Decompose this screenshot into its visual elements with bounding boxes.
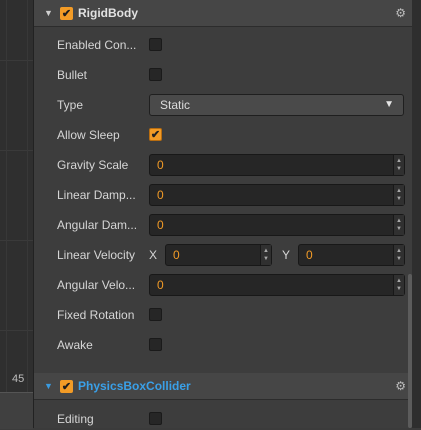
enabled-contact-checkbox[interactable] [149, 38, 162, 51]
stepper[interactable]: ▲ ▼ [393, 185, 404, 205]
enabled-contact-label: Enabled Con... [57, 38, 137, 52]
stepper-down-icon[interactable]: ▼ [396, 256, 402, 262]
stepper[interactable]: ▲ ▼ [260, 245, 271, 265]
linear-damping-input[interactable]: 0 ▲ ▼ [149, 184, 405, 206]
panel-edge [412, 0, 421, 428]
rigidbody-header[interactable]: ▼ ✔ RigidBody ⚙ [34, 0, 412, 27]
allow-sleep-label: Allow Sleep [57, 128, 120, 142]
stepper-up-icon[interactable]: ▲ [396, 248, 402, 254]
ruler-label: 45 [12, 373, 25, 385]
grid-line [0, 60, 33, 61]
inspector-panel: ▼ ✔ RigidBody ⚙ Enabled Con... Bullet Ty… [34, 0, 421, 428]
linear-velocity-x-value: 0 [173, 248, 180, 262]
physics-box-collider-header[interactable]: ▼ ✔ PhysicsBoxCollider ⚙ [34, 373, 412, 400]
angular-velocity-value: 0 [157, 278, 164, 292]
awake-label: Awake [57, 338, 93, 352]
linear-velocity-label: Linear Velocity [57, 248, 136, 262]
stepper[interactable]: ▲ ▼ [393, 155, 404, 175]
fixed-rotation-checkbox[interactable] [149, 308, 162, 321]
rigidbody-title: RigidBody [78, 6, 138, 20]
collapse-arrow-icon[interactable]: ▼ [44, 381, 54, 391]
stepper[interactable]: ▲ ▼ [393, 215, 404, 235]
stepper[interactable]: ▲ ▼ [393, 245, 404, 265]
type-select[interactable]: Static ▼ [149, 94, 404, 116]
stepper-up-icon[interactable]: ▲ [263, 248, 269, 254]
linear-damping-label: Linear Damp... [57, 188, 136, 202]
gravity-scale-input[interactable]: 0 ▲ ▼ [149, 154, 405, 176]
angular-damping-value: 0 [157, 218, 164, 232]
linear-velocity-y-label: Y [282, 248, 291, 262]
collapse-arrow-icon[interactable]: ▼ [44, 8, 54, 18]
stepper-up-icon[interactable]: ▲ [396, 218, 402, 224]
grid-line [0, 330, 33, 331]
rigidbody-enabled-checkbox[interactable]: ✔ [60, 6, 73, 20]
gravity-scale-value: 0 [157, 158, 164, 172]
angular-damping-input[interactable]: 0 ▲ ▼ [149, 214, 405, 236]
linear-velocity-y-value: 0 [306, 248, 313, 262]
viewport-footer [0, 392, 33, 429]
physics-box-collider-title: PhysicsBoxCollider [78, 379, 191, 393]
gear-icon[interactable]: ⚙ [395, 379, 406, 393]
angular-velocity-input[interactable]: 0 ▲ ▼ [149, 274, 405, 296]
editing-checkbox[interactable] [149, 412, 162, 425]
stepper-down-icon[interactable]: ▼ [396, 166, 402, 172]
grid-line [27, 0, 28, 395]
type-label: Type [57, 98, 84, 112]
stepper-down-icon[interactable]: ▼ [263, 256, 269, 262]
linear-velocity-x-input[interactable]: 0 ▲ ▼ [165, 244, 272, 266]
fixed-rotation-label: Fixed Rotation [57, 308, 135, 322]
scene-viewport[interactable]: 45 [0, 0, 34, 429]
stepper-up-icon[interactable]: ▲ [396, 188, 402, 194]
linear-velocity-x-label: X [149, 248, 158, 262]
stepper-up-icon[interactable]: ▲ [396, 278, 402, 284]
awake-checkbox[interactable] [149, 338, 162, 351]
stepper[interactable]: ▲ ▼ [393, 275, 404, 295]
stepper-down-icon[interactable]: ▼ [396, 226, 402, 232]
editing-label: Editing [57, 412, 94, 426]
stepper-up-icon[interactable]: ▲ [396, 158, 402, 164]
bullet-checkbox[interactable] [149, 68, 162, 81]
grid-line [6, 0, 7, 395]
grid-line [0, 150, 33, 151]
angular-velocity-label: Angular Velo... [57, 278, 136, 292]
angular-damping-label: Angular Dam... [57, 218, 138, 232]
bullet-label: Bullet [57, 68, 88, 82]
stepper-down-icon[interactable]: ▼ [396, 286, 402, 292]
gear-icon[interactable]: ⚙ [395, 6, 406, 20]
type-select-value: Static [160, 98, 191, 112]
physics-box-collider-enabled-checkbox[interactable]: ✔ [60, 379, 73, 393]
grid-line [0, 240, 33, 241]
chevron-down-icon: ▼ [384, 99, 394, 110]
allow-sleep-checkbox[interactable]: ✔ [149, 128, 162, 141]
gravity-scale-label: Gravity Scale [57, 158, 129, 172]
stepper-down-icon[interactable]: ▼ [396, 196, 402, 202]
linear-velocity-y-input[interactable]: 0 ▲ ▼ [298, 244, 405, 266]
linear-damping-value: 0 [157, 188, 164, 202]
